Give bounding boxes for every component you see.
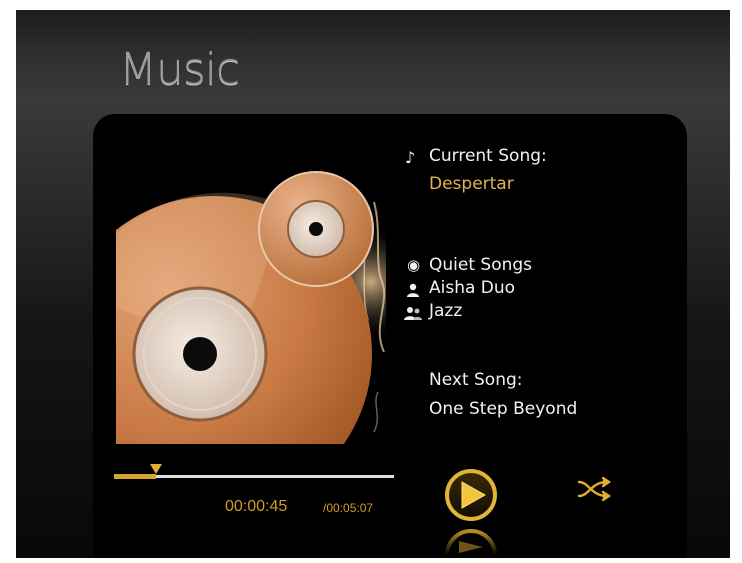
next-song-title: One Step Beyond bbox=[429, 399, 578, 419]
artist-name: Aisha Duo bbox=[429, 278, 516, 298]
total-time: /00:05:07 bbox=[323, 501, 374, 515]
next-song-label: Next Song: bbox=[429, 370, 523, 390]
music-note-icon: ♪ bbox=[405, 148, 416, 167]
media-center-screen: Music ♪ Current Song: Despertar ◉ Quiet … bbox=[16, 10, 730, 558]
play-button[interactable] bbox=[443, 467, 499, 557]
elapsed-time: 00:00:45 bbox=[225, 498, 288, 515]
disc-icon: ◉ bbox=[407, 256, 421, 274]
play-icon bbox=[445, 469, 497, 521]
page-title: Music bbox=[119, 44, 240, 95]
now-playing-panel: ♪ Current Song: Despertar ◉ Quiet Songs … bbox=[93, 114, 687, 558]
genre-name: Jazz bbox=[429, 301, 463, 321]
shuffle-icon bbox=[577, 476, 612, 502]
progress-handle[interactable] bbox=[150, 464, 162, 474]
current-song-label: Current Song: bbox=[429, 146, 547, 166]
people-icon bbox=[404, 307, 422, 320]
album-art bbox=[116, 142, 386, 444]
progress-bar[interactable] bbox=[114, 464, 394, 479]
progress-fill bbox=[114, 474, 156, 479]
album-name: Quiet Songs bbox=[429, 255, 533, 275]
shuffle-button[interactable] bbox=[577, 476, 615, 502]
current-song-title: Despertar bbox=[429, 174, 514, 194]
person-icon bbox=[407, 283, 419, 297]
